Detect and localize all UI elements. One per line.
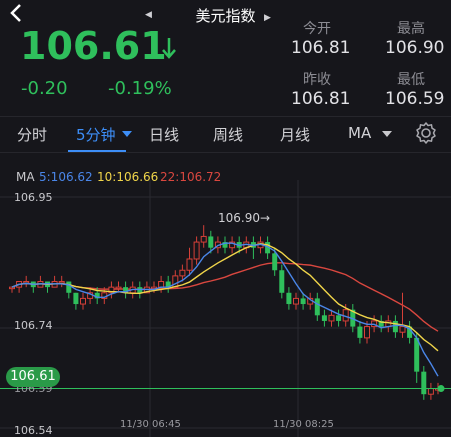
candle-body bbox=[364, 326, 370, 339]
candle-body bbox=[115, 286, 122, 290]
candle-body bbox=[179, 269, 186, 277]
candle-body bbox=[336, 315, 342, 321]
tab-daily[interactable]: 日线 bbox=[149, 124, 179, 145]
chevron-down-icon[interactable] bbox=[122, 130, 132, 138]
candle-body bbox=[158, 281, 165, 288]
y-tick-top: 106.95 bbox=[14, 191, 53, 204]
open-label: 今开 bbox=[303, 21, 331, 37]
candle-body bbox=[357, 326, 363, 338]
candle-body bbox=[80, 297, 86, 305]
price-change: -0.20 bbox=[21, 78, 68, 99]
y-tick-bottom: 106.54 bbox=[14, 424, 53, 437]
candle-body bbox=[328, 314, 335, 322]
x-tick-0645: 11/30 06:45 bbox=[120, 419, 181, 430]
gear-icon[interactable] bbox=[413, 120, 439, 146]
candle-body bbox=[200, 235, 207, 243]
low-label: 最低 bbox=[397, 72, 425, 88]
high-label: 最高 bbox=[397, 21, 425, 37]
low-value: 106.59 bbox=[385, 89, 445, 109]
candle-body bbox=[272, 253, 278, 271]
candle-body bbox=[314, 298, 320, 316]
candle-body bbox=[427, 388, 434, 395]
tab-divider-top bbox=[0, 116, 451, 117]
candle-body bbox=[208, 236, 214, 248]
tab-timeshare[interactable]: 分时 bbox=[17, 124, 47, 145]
tab-monthly[interactable]: 月线 bbox=[280, 124, 310, 145]
down-arrow-icon bbox=[162, 38, 176, 59]
prev-close-label: 昨收 bbox=[303, 72, 331, 88]
last-price: 106.61 bbox=[20, 24, 167, 68]
high-marker-label: 106.90→ bbox=[218, 211, 271, 225]
next-instrument-icon[interactable]: ▶ bbox=[264, 13, 271, 23]
candles-group bbox=[9, 225, 441, 400]
candle-body bbox=[321, 315, 327, 321]
candle-body bbox=[399, 326, 406, 333]
candle-body bbox=[286, 292, 292, 305]
chart-overlay bbox=[0, 385, 451, 393]
y-tick-mid: 106.74 bbox=[14, 319, 53, 332]
candle-body bbox=[186, 258, 193, 271]
open-value: 106.81 bbox=[291, 38, 351, 58]
candle-body bbox=[293, 297, 299, 305]
x-tick-0825: 11/30 08:25 bbox=[273, 419, 334, 430]
chevron-down-icon[interactable] bbox=[382, 130, 392, 138]
current-price-tag: 106.61 bbox=[6, 367, 60, 387]
current-price-dot bbox=[437, 385, 445, 393]
candle-body bbox=[421, 371, 427, 395]
page-title: 美元指数 bbox=[195, 7, 256, 25]
tab-weekly[interactable]: 周线 bbox=[213, 124, 243, 145]
candle-body bbox=[392, 320, 398, 333]
candle-body bbox=[193, 241, 200, 260]
high-value: 106.90 bbox=[385, 38, 445, 58]
prev-close-value: 106.81 bbox=[291, 89, 351, 109]
candle-body bbox=[58, 281, 65, 284]
candle-body bbox=[279, 270, 285, 293]
candle-body bbox=[66, 281, 72, 293]
price-change-percent: -0.19% bbox=[108, 78, 172, 99]
tab-indicator-ma[interactable]: MA bbox=[348, 124, 371, 142]
tab-5min[interactable]: 5分钟 bbox=[76, 124, 116, 145]
candle-body bbox=[300, 298, 306, 305]
candle-body bbox=[9, 286, 15, 290]
tab-divider-bottom bbox=[0, 152, 451, 153]
candle-body bbox=[73, 292, 79, 305]
